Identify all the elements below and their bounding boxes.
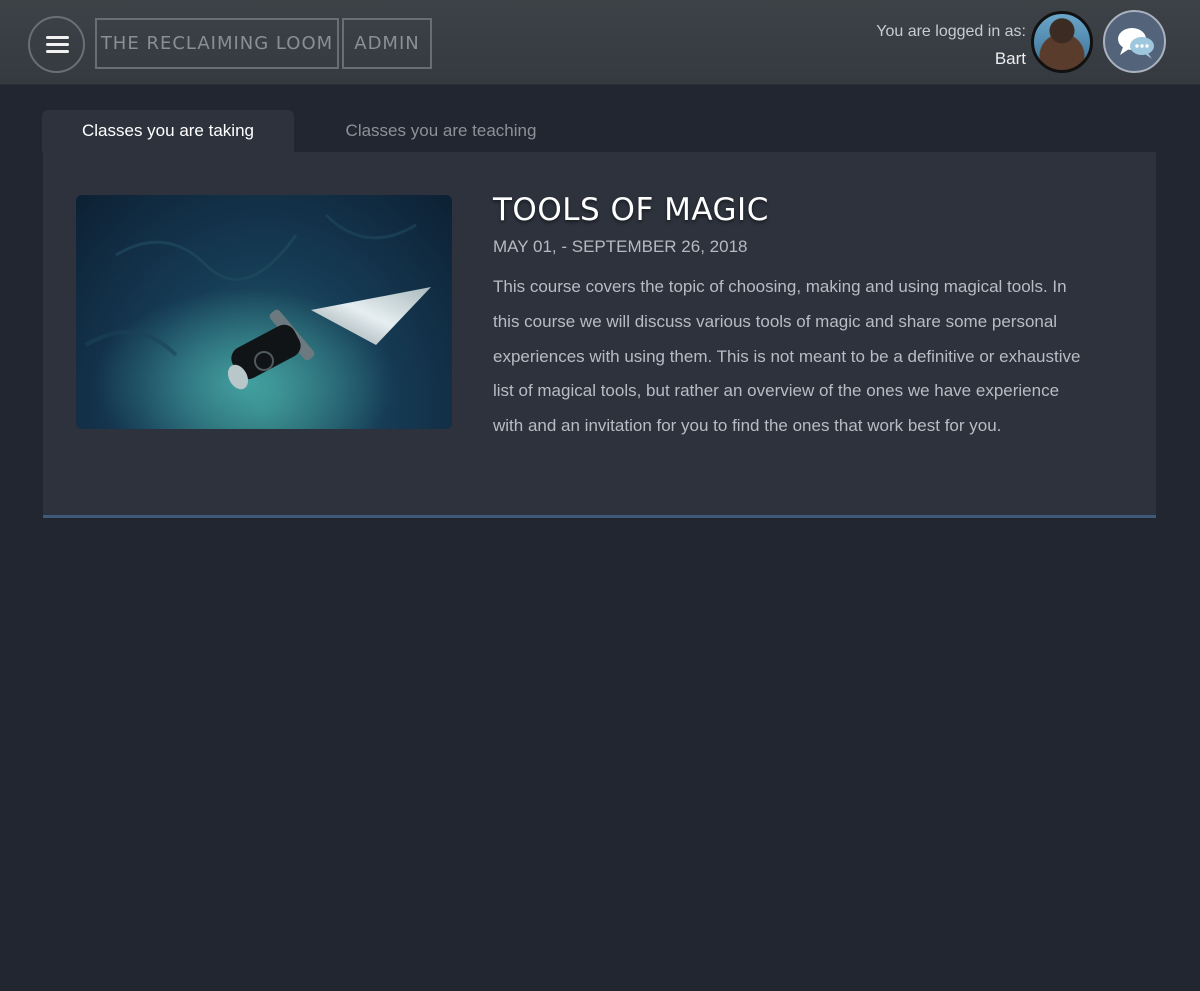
- admin-link[interactable]: ADMIN: [342, 18, 432, 69]
- course-image[interactable]: [76, 195, 452, 429]
- hamburger-menu-icon[interactable]: [28, 16, 85, 73]
- login-status-label: You are logged in as:: [876, 23, 1026, 40]
- course-card[interactable]: TOOLS OF MAGIC MAY 01, - SEPTEMBER 26, 2…: [43, 152, 1156, 518]
- tab-classes-teaching[interactable]: Classes you are teaching: [312, 110, 570, 152]
- course-description: This course covers the topic of choosing…: [493, 277, 1081, 436]
- user-avatar[interactable]: [1031, 11, 1093, 73]
- tab-classes-taking[interactable]: Classes you are taking: [42, 110, 294, 152]
- course-dates: MAY 01, - SEPTEMBER 26, 2018: [493, 237, 748, 256]
- chat-button[interactable]: [1103, 10, 1166, 73]
- class-tabs: Classes you are taking Classes you are t…: [42, 110, 1156, 152]
- brand-link[interactable]: THE RECLAIMING LOOM: [95, 18, 339, 69]
- top-bar: THE RECLAIMING LOOM ADMIN You are logged…: [0, 0, 1200, 85]
- course-title[interactable]: TOOLS OF MAGIC: [493, 192, 769, 228]
- chat-bubbles-icon: [1118, 28, 1154, 59]
- user-name[interactable]: Bart: [995, 49, 1026, 69]
